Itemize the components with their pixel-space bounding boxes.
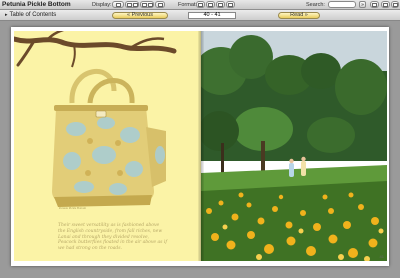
display-double-button[interactable] bbox=[125, 1, 139, 8]
text-format-icon bbox=[208, 2, 213, 7]
close-button[interactable] bbox=[391, 1, 399, 8]
toc-label: Table of Contents bbox=[9, 12, 57, 18]
next-button[interactable]: Read » bbox=[278, 12, 320, 19]
search-go-button[interactable]: » bbox=[359, 1, 366, 8]
page-format-icon bbox=[198, 2, 203, 7]
close-icon bbox=[392, 2, 398, 7]
format-pdf-button[interactable] bbox=[216, 1, 225, 8]
window-title: Petunia Pickle Bottom bbox=[2, 1, 71, 8]
page-number-label: 41 bbox=[379, 254, 384, 259]
single-page-icon bbox=[115, 2, 121, 7]
chevron-down-icon: ▸ bbox=[5, 12, 8, 18]
search-label: Search: bbox=[306, 2, 325, 8]
table-of-contents-button[interactable]: ▸ Table of Contents bbox=[2, 11, 59, 19]
double-page-icon-2 bbox=[132, 2, 138, 7]
print-icon bbox=[228, 2, 233, 7]
format-label: Format: bbox=[178, 2, 197, 8]
display-thumbs-button[interactable] bbox=[140, 1, 154, 8]
share-icon bbox=[383, 2, 388, 7]
zoom-icon bbox=[157, 2, 163, 7]
help-button[interactable] bbox=[370, 1, 379, 8]
book-spread: Petunia Pickle Bottom Their sweet versat… bbox=[11, 27, 389, 266]
top-toolbar: Petunia Pickle Bottom Display: Format: S… bbox=[0, 0, 400, 10]
display-single-button[interactable] bbox=[112, 1, 124, 8]
page-caption: Their sweet versatility as is fashioned … bbox=[58, 223, 168, 252]
display-label: Display: bbox=[92, 2, 112, 8]
double-page-icon bbox=[126, 2, 132, 7]
search-input[interactable] bbox=[328, 1, 356, 8]
previous-button[interactable]: « Previous bbox=[112, 12, 168, 19]
pdf-format-icon bbox=[218, 2, 223, 7]
page-left[interactable]: Petunia Pickle Bottom Their sweet versat… bbox=[14, 31, 201, 261]
format-text-button[interactable] bbox=[206, 1, 215, 8]
navigation-bar: ▸ Table of Contents « Previous 40 - 41 Re… bbox=[0, 10, 400, 21]
page-right[interactable]: 41 bbox=[201, 31, 387, 261]
display-zoom-button[interactable] bbox=[155, 1, 165, 8]
page-number-field[interactable]: 40 - 41 bbox=[188, 12, 236, 19]
format-page-button[interactable] bbox=[196, 1, 205, 8]
thumbnails-icon-2 bbox=[147, 2, 153, 7]
format-print-button[interactable] bbox=[226, 1, 235, 8]
garden-photo bbox=[201, 31, 387, 261]
share-button[interactable] bbox=[381, 1, 390, 8]
help-icon bbox=[372, 2, 377, 7]
book-gutter bbox=[198, 31, 204, 261]
photo-credit: Petunia Pickle Bottom bbox=[59, 206, 86, 210]
thumbnails-icon bbox=[141, 2, 147, 7]
